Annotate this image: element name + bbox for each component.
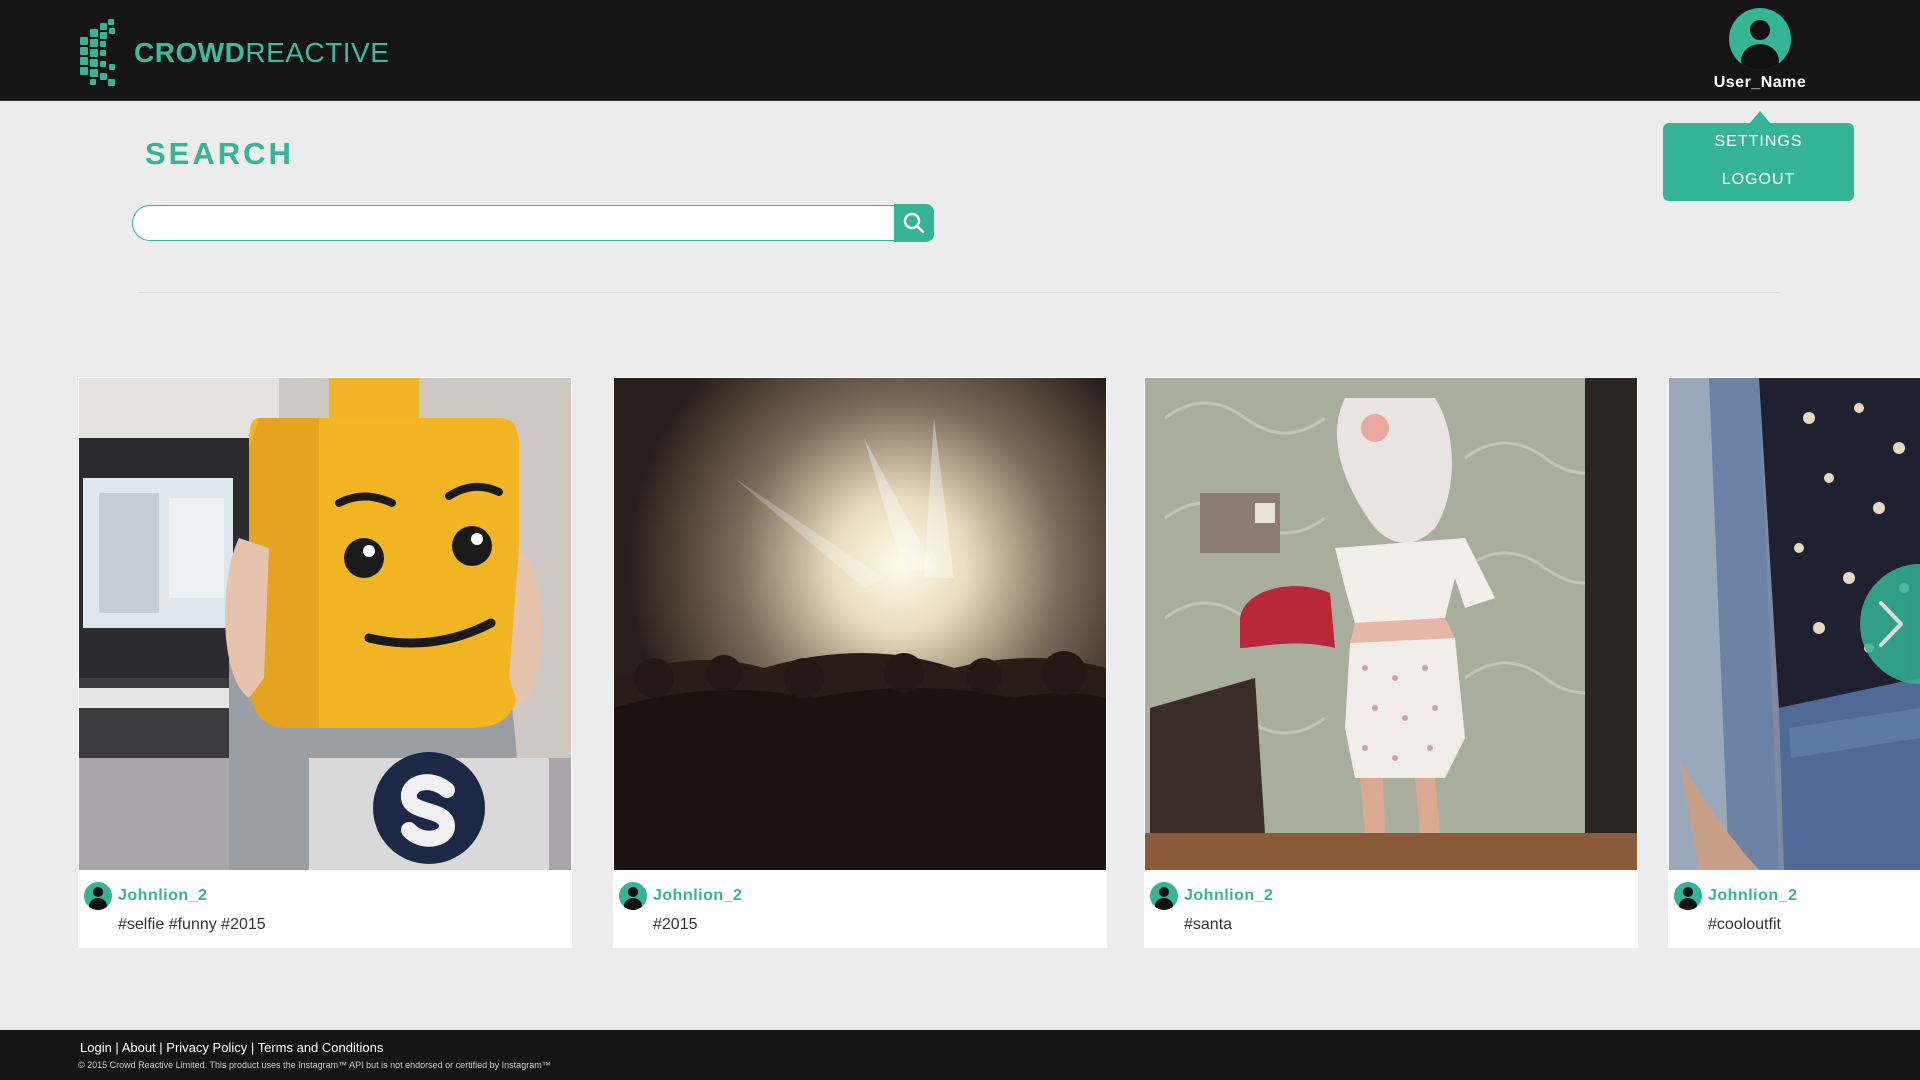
post-photo[interactable] bbox=[79, 378, 571, 870]
search-button[interactable] bbox=[894, 204, 934, 242]
footer-links: Login | About | Privacy Policy | Terms a… bbox=[80, 1040, 384, 1055]
footer-link-login[interactable]: Login bbox=[80, 1040, 112, 1055]
username-label: User_Name bbox=[1713, 74, 1807, 91]
search-heading: SEARCH bbox=[145, 136, 294, 171]
card-user[interactable]: Johnlion_2 bbox=[619, 882, 742, 910]
footer-link-terms[interactable]: Terms and Conditions bbox=[258, 1040, 384, 1055]
settings-menu-item[interactable]: SETTINGS bbox=[1663, 123, 1854, 161]
footer-copyright: © 2015 Crowd Reactive Limited. This prod… bbox=[78, 1060, 551, 1070]
footer-link-about[interactable]: About bbox=[122, 1040, 156, 1055]
chevron-right-icon bbox=[1879, 601, 1903, 647]
user-avatar-icon bbox=[619, 882, 647, 910]
user-avatar-icon[interactable] bbox=[1729, 8, 1791, 70]
user-avatar-icon bbox=[1150, 882, 1178, 910]
footer-link-privacy[interactable]: Privacy Policy bbox=[166, 1040, 247, 1055]
card-user[interactable]: Johnlion_2 bbox=[84, 882, 207, 910]
user-account[interactable]: User_Name bbox=[1690, 8, 1830, 92]
search-bar bbox=[132, 204, 934, 242]
search-icon bbox=[903, 212, 925, 234]
post-photo[interactable] bbox=[614, 378, 1106, 870]
feed-card[interactable]: Johnlion_2 #2015 bbox=[613, 377, 1107, 948]
feed-card[interactable]: Johnlion_2 #santa bbox=[1144, 377, 1638, 948]
post-photo[interactable] bbox=[1145, 378, 1637, 870]
card-user[interactable]: Johnlion_2 bbox=[1674, 882, 1797, 910]
logo-text: CROWDREACTIVE bbox=[134, 39, 389, 67]
user-dropdown-menu: SETTINGS LOGOUT bbox=[1663, 111, 1854, 201]
user-avatar-icon bbox=[1674, 882, 1702, 910]
logout-menu-item[interactable]: LOGOUT bbox=[1663, 161, 1854, 199]
card-tags: #santa bbox=[1184, 916, 1233, 933]
user-avatar-icon bbox=[84, 882, 112, 910]
card-tags: #2015 bbox=[653, 916, 698, 933]
card-username[interactable]: Johnlion_2 bbox=[118, 887, 207, 905]
top-bar: CROWDREACTIVE User_Name bbox=[0, 0, 1920, 101]
logo-text-light: REACTIVE bbox=[245, 37, 390, 68]
search-input[interactable] bbox=[132, 205, 894, 241]
logo[interactable]: CROWDREACTIVE bbox=[78, 17, 389, 89]
logo-icon bbox=[80, 19, 115, 86]
card-username[interactable]: Johnlion_2 bbox=[1708, 887, 1797, 905]
card-user[interactable]: Johnlion_2 bbox=[1150, 882, 1273, 910]
logo-text-bold: CROWD bbox=[134, 37, 246, 68]
card-tags: #cooloutfit bbox=[1708, 916, 1781, 933]
footer: Login | About | Privacy Policy | Terms a… bbox=[0, 1030, 1920, 1080]
card-username[interactable]: Johnlion_2 bbox=[1184, 887, 1273, 905]
card-tags: #selfie #funny #2015 bbox=[118, 916, 266, 933]
feed-card[interactable]: Johnlion_2 #selfie #funny #2015 bbox=[78, 377, 572, 948]
card-username[interactable]: Johnlion_2 bbox=[653, 887, 742, 905]
divider bbox=[138, 292, 1780, 293]
